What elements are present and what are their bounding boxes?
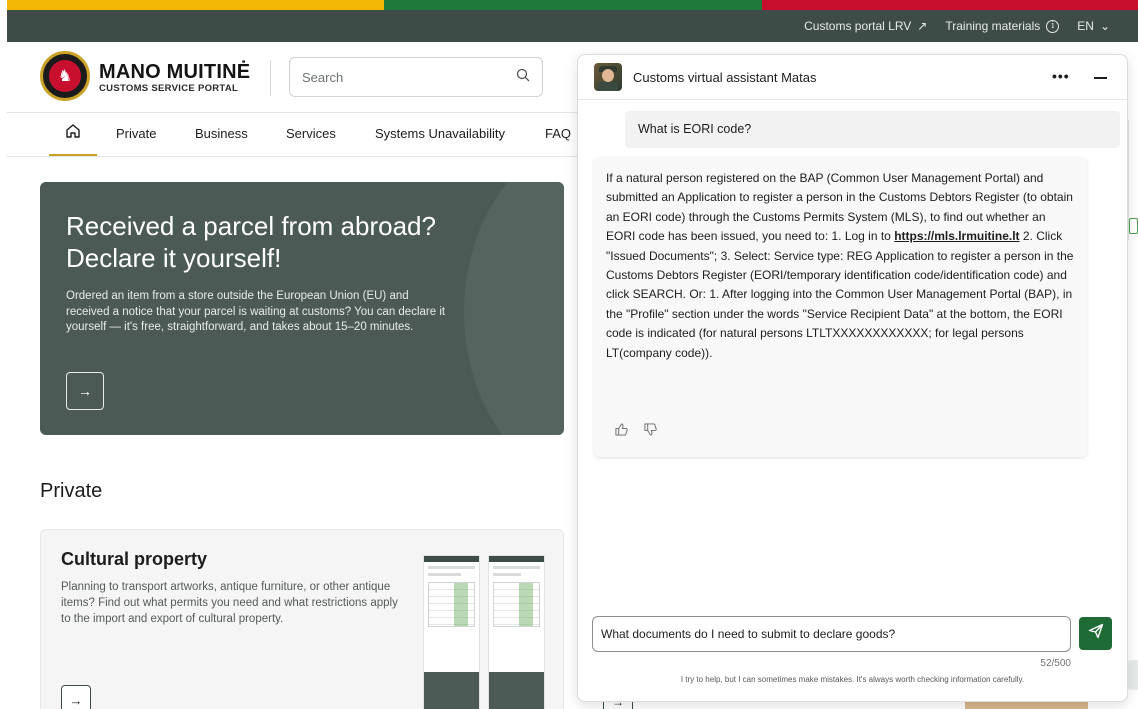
send-button[interactable] — [1079, 617, 1112, 650]
arrow-right-icon: → — [78, 383, 92, 399]
main-nav: Private Business Services Systems Unavai… — [7, 113, 577, 156]
logo-title: MANO MUITINĖ — [99, 61, 251, 83]
thumbs-up-icon[interactable] — [615, 423, 628, 439]
hero-arrow-button[interactable]: → — [66, 372, 104, 410]
card-title: Cultural property — [61, 549, 208, 569]
nav-home[interactable] — [49, 113, 97, 156]
flag-red — [762, 0, 1138, 10]
chat-header: Customs virtual assistant Matas ••• — [578, 55, 1127, 100]
coat-of-arms-logo[interactable]: ♞ — [40, 51, 90, 101]
flag-green — [384, 0, 762, 10]
nav-item-private[interactable]: Private — [116, 126, 156, 141]
right-edge-panel — [1128, 120, 1138, 240]
more-options-icon[interactable]: ••• — [1052, 68, 1070, 84]
card-description: Planning to transport artworks, antique … — [61, 581, 398, 625]
logo-text[interactable]: MANO MUITINĖ CUSTOMS SERVICE PORTAL — [99, 62, 250, 94]
hero-title: Received a parcel from abroad? Declare i… — [66, 211, 436, 273]
nav-item-business[interactable]: Business — [195, 126, 248, 141]
language-label: EN — [1077, 19, 1094, 33]
utility-bar: Customs portal LRV ↗ Training materials … — [7, 10, 1138, 42]
search-icon[interactable] — [516, 68, 530, 86]
search-placeholder: Search — [302, 69, 344, 85]
chat-disclaimer: I try to help, but I can sometimes make … — [680, 675, 1025, 684]
search-input[interactable]: Search — [289, 57, 543, 97]
nav-item-services[interactable]: Services — [286, 126, 336, 141]
chat-message-input[interactable]: What documents do I need to submit to de… — [592, 616, 1071, 652]
nav-divider-bottom — [7, 156, 577, 157]
chevron-down-icon: ⌄ — [1099, 19, 1110, 33]
flag-stripe — [7, 0, 1138, 10]
nav-item-faq[interactable]: FAQ — [545, 126, 571, 141]
assistant-chat-panel: Customs virtual assistant Matas ••• What… — [577, 54, 1128, 702]
info-icon: i — [1046, 19, 1060, 33]
minimize-icon[interactable] — [1090, 67, 1112, 87]
vytis-icon: ♞ — [49, 60, 81, 92]
nav-item-systems-unavailability[interactable]: Systems Unavailability — [375, 126, 505, 141]
page-root: Customs portal LRV ↗ Training materials … — [0, 0, 1138, 709]
character-counter: 52/500 — [1040, 658, 1071, 669]
assistant-message: If a natural person registered on the BA… — [594, 157, 1087, 457]
card-thumbnail-1 — [423, 555, 480, 709]
training-materials-link[interactable]: Training materials i — [945, 19, 1060, 33]
section-title-private: Private — [40, 480, 103, 502]
site-header: ♞ MANO MUITINĖ CUSTOMS SERVICE PORTAL Se… — [7, 42, 577, 112]
thumbs-down-icon[interactable] — [644, 423, 657, 439]
assistant-message-text-2: 2. Click "Issued Documents"; 3. Select: … — [606, 229, 1074, 360]
language-selector[interactable]: EN ⌄ — [1077, 19, 1110, 33]
chat-title: Customs virtual assistant Matas — [633, 70, 817, 85]
flag-yellow — [7, 0, 384, 10]
card-arrow-button[interactable]: → — [61, 685, 91, 709]
hero-banner: Received a parcel from abroad? Declare i… — [40, 182, 564, 435]
user-message: What is EORI code? — [625, 111, 1120, 148]
mls-link[interactable]: https://mls.lrmuitine.lt — [894, 229, 1019, 243]
cultural-property-card[interactable]: Cultural property Planning to transport … — [40, 529, 564, 709]
assistant-avatar — [594, 63, 622, 91]
header-divider — [270, 60, 271, 96]
logo-subtitle: CUSTOMS SERVICE PORTAL — [99, 83, 239, 94]
arrow-up-right-icon: ↗ — [917, 19, 928, 33]
hero-description: Ordered an item from a store outside the… — [66, 290, 446, 333]
training-materials-label: Training materials — [945, 19, 1041, 33]
customs-portal-link[interactable]: Customs portal LRV ↗ — [804, 19, 927, 33]
card-thumbnail-2 — [488, 555, 545, 709]
home-icon — [65, 123, 81, 144]
feedback-buttons — [615, 423, 657, 439]
arrow-right-icon: → — [69, 692, 83, 708]
edge-marker-icon — [1129, 218, 1138, 234]
customs-portal-label: Customs portal LRV — [804, 19, 912, 33]
send-icon — [1088, 623, 1104, 644]
